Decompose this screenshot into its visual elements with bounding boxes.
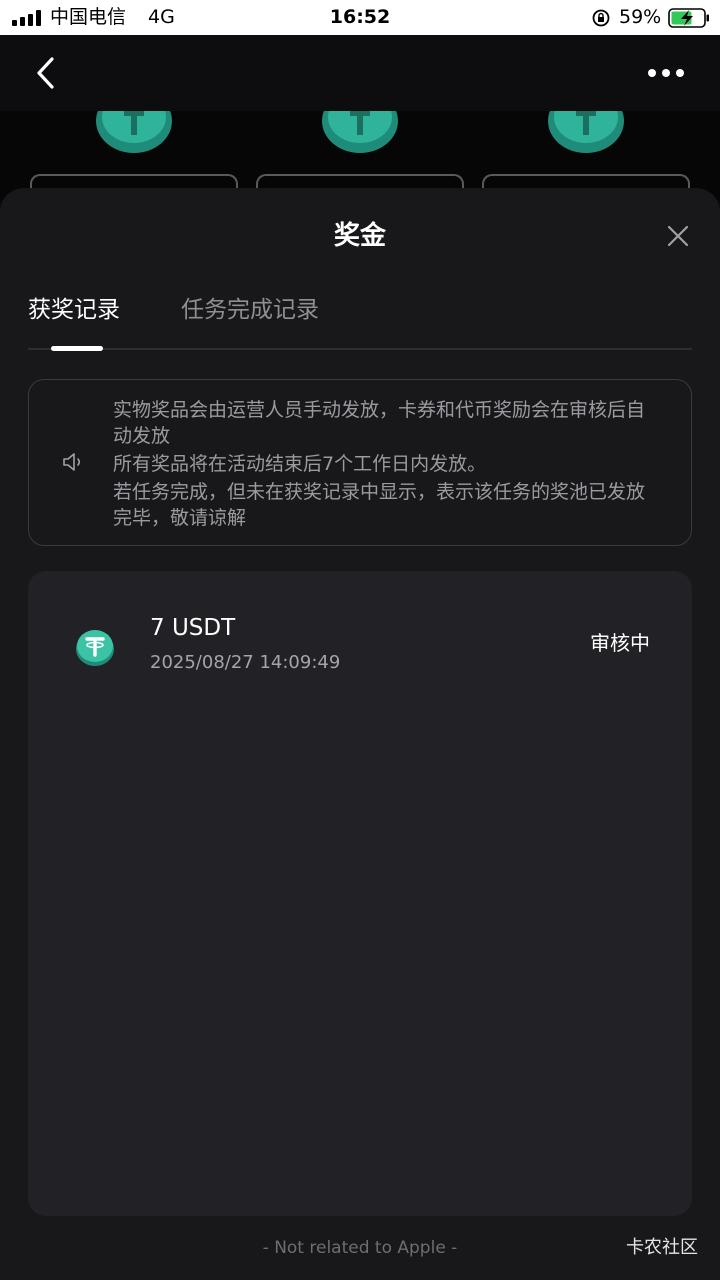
notice-line: 实物奖品会由运营人员手动发放，卡券和代币奖励会在审核后自动发放 <box>113 399 646 447</box>
more-dots-icon[interactable] <box>646 63 686 83</box>
chevron-left-icon[interactable] <box>30 55 62 91</box>
notice-text: 实物奖品会由运营人员手动发放，卡券和代币奖励会在审核后自动发放 所有奖品将在活动… <box>113 397 653 531</box>
coin-icon <box>548 111 624 153</box>
notice-line: 所有奖品将在活动结束后7个工作日内发放。 <box>113 453 487 475</box>
record-timestamp: 2025/08/27 14:09:49 <box>150 652 341 673</box>
usdt-coin-icon <box>76 630 114 666</box>
app-screen: 中国电信 4G 16:52 59% 奖金 获奖记录 任务完成记录 实物奖品会由运… <box>0 0 720 1280</box>
coin-icon <box>96 111 172 153</box>
watermark: 卡农社区 <box>626 1237 698 1258</box>
status-time: 16:52 <box>329 6 391 28</box>
navigation-bar <box>0 35 720 111</box>
award-record-list: 7 USDT 2025/08/27 14:09:49 审核中 <box>28 571 692 1216</box>
tab-task-records[interactable]: 任务完成记录 <box>181 292 319 328</box>
sheet-title: 奖金 <box>333 221 386 251</box>
status-bar: 中国电信 4G 16:52 59% <box>0 0 720 35</box>
bonus-sheet: 奖金 获奖记录 任务完成记录 实物奖品会由运营人员手动发放，卡券和代币奖励会在审… <box>0 188 720 1280</box>
record-tabs: 获奖记录 任务完成记录 <box>28 288 692 351</box>
coin-icon <box>322 111 398 153</box>
orientation-lock-icon <box>592 9 610 27</box>
notice-box: 实物奖品会由运营人员手动发放，卡券和代币奖励会在审核后自动发放 所有奖品将在活动… <box>28 379 692 546</box>
battery-charging-icon <box>668 8 709 28</box>
record-status-badge: 审核中 <box>590 631 650 655</box>
record-amount: 7 USDT <box>150 615 236 641</box>
active-tab-indicator <box>51 346 103 351</box>
speaker-icon <box>63 453 81 471</box>
footer-note: - Not related to Apple - <box>262 1238 458 1258</box>
notice-line: 若任务完成，但未在获奖记录中显示，表示该任务的奖池已发放完毕，敬请谅解 <box>113 481 646 529</box>
tab-award-records[interactable]: 获奖记录 <box>28 292 120 328</box>
close-icon[interactable] <box>666 224 690 248</box>
battery-percent: 59% <box>619 6 662 28</box>
